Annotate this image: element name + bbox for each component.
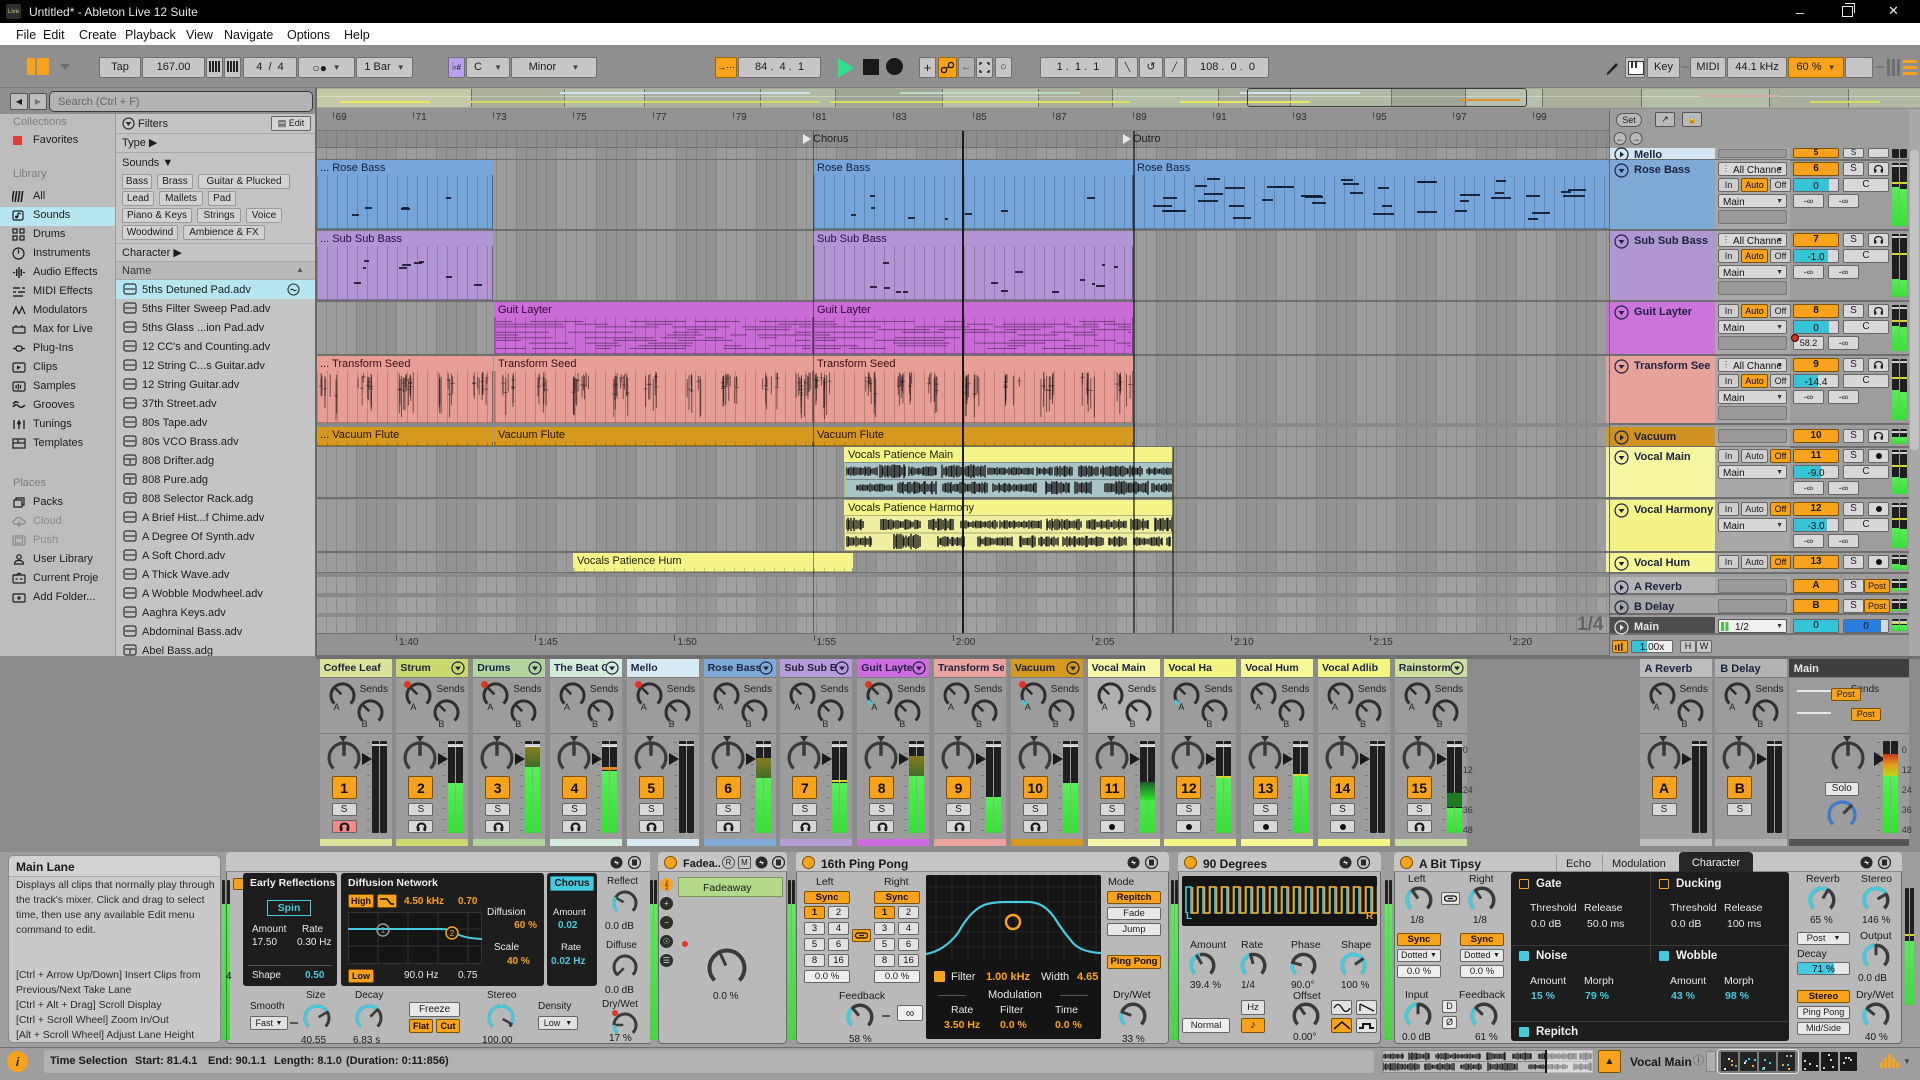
svg-text:←: ← [1616,134,1625,144]
svg-text:2: 2 [450,929,455,938]
svg-text:1: 1 [381,926,386,935]
svg-text:→: → [1632,134,1641,144]
